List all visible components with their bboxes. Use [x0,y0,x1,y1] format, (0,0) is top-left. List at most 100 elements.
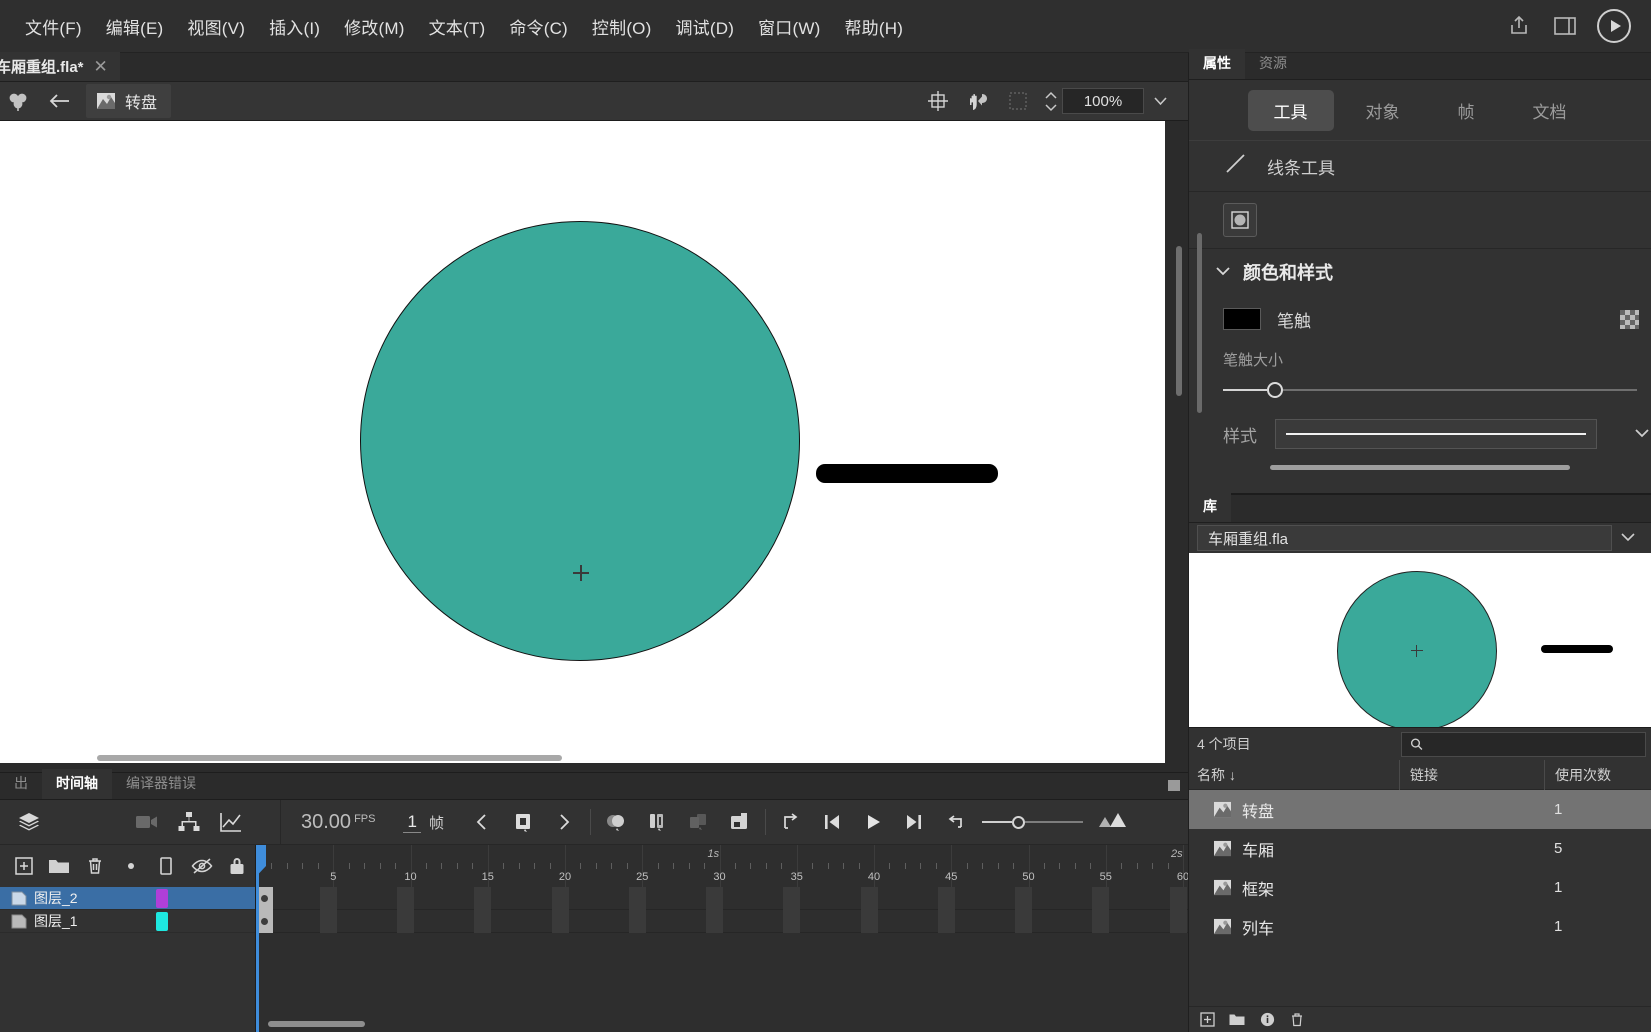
play-icon[interactable] [853,802,894,842]
current-frame-input[interactable]: 1 [403,812,421,833]
frame-row[interactable] [256,910,1188,933]
menu-help[interactable]: 帮助(H) [833,8,914,45]
center-stage-icon[interactable] [918,84,958,118]
frame-row[interactable] [256,887,1188,910]
prev-keyframe-icon[interactable] [462,802,503,842]
step-forward-icon[interactable] [894,802,935,842]
no-color-icon[interactable] [1620,309,1639,329]
seg-object[interactable]: 对象 [1340,90,1426,131]
tab-assets[interactable]: 资源 [1245,49,1301,79]
teal-disc-shape[interactable] [360,221,800,661]
frame-size-icon[interactable] [1097,811,1127,834]
tab-properties[interactable]: 属性 [1189,49,1245,79]
panel-menu-icon[interactable] [1168,780,1180,791]
library-item-row[interactable]: 转盘 1 [1189,790,1651,829]
tab-compiler-errors[interactable]: 编译器错误 [112,769,210,799]
chevron-down-icon[interactable] [1612,529,1644,547]
edit-multiple-frames-icon[interactable] [678,802,719,842]
library-item-row[interactable]: 框架 1 [1189,868,1651,907]
insert-keyframe-icon[interactable] [503,802,544,842]
frame-rows[interactable] [256,887,1188,933]
hide-layer-icon[interactable] [184,847,220,885]
menu-commands[interactable]: 命令(C) [498,8,579,45]
column-header-use-count[interactable]: 使用次数 [1544,759,1651,790]
breadcrumb[interactable]: 转盘 [86,84,172,118]
stroke-style-select[interactable] [1275,419,1597,449]
chevron-down-icon[interactable] [1633,425,1651,443]
menu-window[interactable]: 窗口(W) [747,8,831,45]
document-tab[interactable]: 车厢重组.fla* ✕ [0,52,120,81]
loop-playback-icon[interactable] [771,802,812,842]
new-symbol-icon[interactable] [1197,1010,1217,1030]
fps-field[interactable]: 30.00 FPS [281,811,387,834]
menu-file[interactable]: 文件(F) [14,8,93,45]
delete-icon[interactable] [1287,1010,1307,1030]
modify-markers-icon[interactable] [719,802,760,842]
timeline-horizontal-scrollbar[interactable] [268,1021,365,1027]
stage-horizontal-scrollbar[interactable] [97,755,562,761]
layer-row[interactable]: 图层_1 [0,910,255,933]
menu-edit[interactable]: 编辑(E) [95,8,175,45]
workspace-icon[interactable] [1551,12,1579,40]
onion-skin-outlines-icon[interactable] [637,802,678,842]
frames-column[interactable]: 1s 2s 5 10 15 20 25 30 35 40 45 50 55 60 [256,845,1188,1032]
close-icon[interactable]: ✕ [94,58,108,75]
menu-modify[interactable]: 修改(M) [333,8,415,45]
back-arrow-icon[interactable] [36,93,82,109]
seg-document[interactable]: 文档 [1507,90,1593,131]
stage-area[interactable] [0,121,1188,767]
delete-layer-icon[interactable] [77,847,113,885]
playhead[interactable] [256,845,266,1032]
layer-parenting-icon[interactable] [168,802,210,842]
timeline-ruler[interactable]: 1s 2s 5 10 15 20 25 30 35 40 45 50 55 60 [256,845,1188,887]
seg-frame[interactable]: 帧 [1432,90,1501,131]
stroke-color-swatch[interactable] [1223,308,1261,330]
stroke-size-slider[interactable] [1189,370,1651,410]
layer-row[interactable]: 图层_2 [0,887,255,910]
stage-vertical-scrollbar[interactable] [1176,246,1182,396]
properties-vertical-scrollbar[interactable] [1197,233,1202,413]
rotate-hand-icon[interactable] [958,84,998,118]
lock-layer-icon[interactable] [219,847,255,885]
properties-icon[interactable] [1257,1010,1277,1030]
black-bar-shape[interactable] [816,464,998,483]
library-search[interactable] [1401,731,1646,757]
outline-view-icon[interactable] [148,847,184,885]
onion-skin-icon[interactable] [596,802,637,842]
library-item-row[interactable]: 车厢 5 [1189,829,1651,868]
next-keyframe-icon[interactable] [544,802,585,842]
menu-view[interactable]: 视图(V) [176,8,256,45]
tab-output[interactable]: 出 [0,769,42,799]
seg-tool[interactable]: 工具 [1247,89,1334,131]
graph-editor-icon[interactable] [210,802,252,842]
menu-text[interactable]: 文本(T) [418,8,497,45]
chevron-down-icon[interactable] [1144,96,1176,106]
column-header-name[interactable]: 名称 ↓ [1189,765,1399,785]
stage-canvas[interactable] [0,121,1165,763]
step-back-icon[interactable] [812,802,853,842]
timeline-zoom-slider[interactable] [981,815,1083,829]
add-layer-icon[interactable] [6,847,42,885]
tab-timeline[interactable]: 时间轴 [42,769,112,799]
section-header[interactable]: 颜色和样式 [1189,249,1651,295]
reverse-icon[interactable] [935,802,976,842]
properties-scroll-indicator[interactable] [1189,458,1651,476]
dot-marker-icon[interactable] [113,847,149,885]
search-input[interactable] [1428,736,1637,752]
library-document-select[interactable]: 车厢重组.fla [1197,525,1612,551]
zoom-input[interactable]: 100% [1062,88,1144,114]
clip-content-icon[interactable] [998,84,1038,118]
new-folder-icon[interactable] [1227,1010,1247,1030]
layers-stack-icon[interactable] [8,802,50,842]
tab-library[interactable]: 库 [1189,492,1231,522]
add-folder-icon[interactable] [42,847,78,885]
column-header-link[interactable]: 链接 [1399,759,1544,790]
zoom-stepper[interactable] [1044,91,1058,112]
object-drawing-icon[interactable] [1223,203,1257,237]
menu-control[interactable]: 控制(O) [581,8,663,45]
play-circle-icon[interactable] [1597,9,1631,43]
camera-icon[interactable] [126,802,168,842]
share-icon[interactable] [1505,12,1533,40]
library-item-row[interactable]: 列车 1 [1189,907,1651,946]
menu-debug[interactable]: 调试(D) [664,8,745,45]
